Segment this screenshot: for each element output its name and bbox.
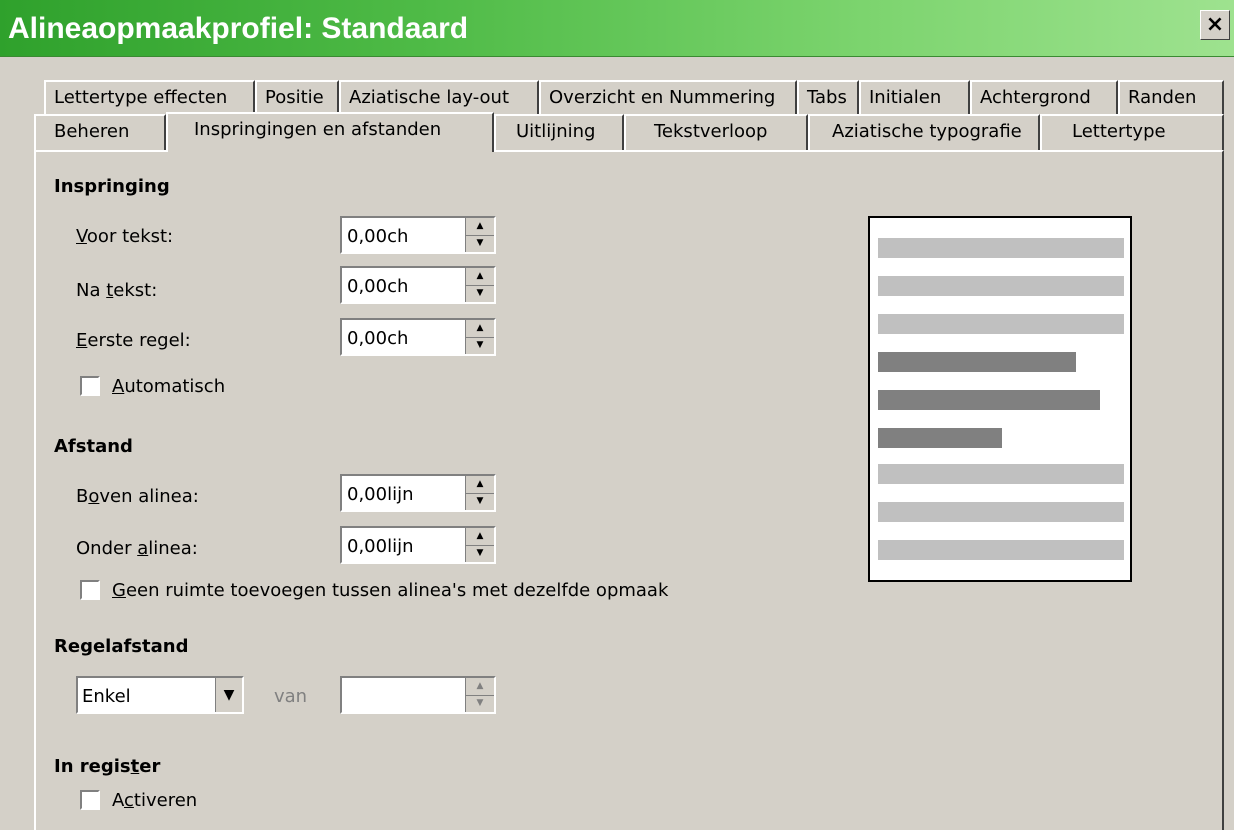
boven-alinea-spinbox[interactable]: 0,00lijn ▲ ▼: [340, 474, 496, 512]
geen-ruimte-label: Geen ruimte toevoegen tussen alinea's me…: [112, 580, 669, 601]
voor-tekst-spinbox[interactable]: 0,00ch ▲ ▼: [340, 216, 496, 254]
tab-achtergrond[interactable]: Achtergrond: [970, 80, 1118, 116]
tab-tekstverloop[interactable]: Tekstverloop: [624, 114, 808, 150]
tab-aziatische-typografie[interactable]: Aziatische typografie: [808, 114, 1040, 150]
eerste-regel-label: Eerste regel:: [76, 330, 191, 351]
tab-aziatische-lay-out[interactable]: Aziatische lay-out: [339, 80, 539, 116]
spin-up-icon: ▲: [466, 678, 494, 696]
regelafstand-select[interactable]: Enkel ▼: [76, 676, 244, 714]
preview-line: [878, 238, 1124, 258]
spin-up-icon[interactable]: ▲: [466, 218, 494, 236]
preview-line: [878, 276, 1124, 296]
voor-tekst-label: Voor tekst:: [76, 226, 174, 247]
tab-inspringingen-en-afstanden[interactable]: Inspringingen en afstanden: [166, 112, 494, 152]
spin-down-icon: ▼: [476, 698, 484, 708]
tab-lettertype[interactable]: Lettertype: [1040, 114, 1224, 150]
boven-alinea-label: Boven alinea:: [76, 486, 199, 507]
boven-alinea-value[interactable]: 0,00lijn: [347, 484, 414, 505]
van-label: van: [274, 686, 308, 707]
spin-up-icon[interactable]: ▲: [466, 320, 494, 338]
onder-alinea-spinbox[interactable]: 0,00lijn ▲ ▼: [340, 526, 496, 564]
tab-lettertype-effecten[interactable]: Lettertype effecten: [44, 80, 255, 116]
tab-tabs[interactable]: Tabs: [797, 80, 859, 116]
spin-up-icon[interactable]: ▲: [466, 268, 494, 286]
in-register-heading: In register: [54, 756, 161, 777]
activeren-checkbox[interactable]: [80, 790, 100, 810]
close-button[interactable]: ×: [1200, 10, 1230, 40]
automatisch-label: Automatisch: [112, 376, 226, 397]
eerste-regel-spinbox[interactable]: 0,00ch ▲ ▼: [340, 318, 496, 356]
preview-line: [878, 540, 1124, 560]
window-title: Alineaopmaakprofiel: Standaard: [8, 12, 469, 45]
tab-initialen[interactable]: Initialen: [859, 80, 970, 116]
paragraph-preview: [868, 216, 1132, 582]
spin-down-icon[interactable]: ▼: [466, 235, 494, 252]
onder-alinea-value[interactable]: 0,00lijn: [347, 536, 414, 557]
dropdown-arrow-icon[interactable]: ▼: [215, 678, 242, 712]
na-tekst-label: Na tekst:: [76, 280, 158, 301]
spin-up-icon[interactable]: ▲: [466, 476, 494, 494]
eerste-regel-value[interactable]: 0,00ch: [347, 328, 408, 349]
spin-up-icon[interactable]: ▲: [466, 528, 494, 546]
regelafstand-heading: Regelafstand: [54, 636, 189, 657]
preview-current-line: [878, 352, 1076, 372]
na-tekst-value[interactable]: 0,00ch: [347, 276, 408, 297]
activeren-label: Activeren: [112, 790, 198, 811]
onder-alinea-label: Onder alinea:: [76, 538, 198, 559]
voor-tekst-value[interactable]: 0,00ch: [347, 226, 408, 247]
van-spinbox: ▲ ▼: [340, 676, 496, 714]
spin-down-icon[interactable]: ▼: [466, 493, 494, 510]
na-tekst-spinbox[interactable]: 0,00ch ▲ ▼: [340, 266, 496, 304]
tab-randen[interactable]: Randen: [1118, 80, 1224, 116]
tab-uitlijning[interactable]: Uitlijning: [494, 114, 624, 150]
spin-down-icon[interactable]: ▼: [466, 545, 494, 562]
tab-positie[interactable]: Positie: [255, 80, 339, 116]
regelafstand-value: Enkel: [82, 686, 131, 707]
tab-overzicht-en-nummering[interactable]: Overzicht en Nummering: [539, 80, 797, 116]
preview-line: [878, 464, 1124, 484]
spin-down-icon[interactable]: ▼: [466, 285, 494, 302]
tab-beheren[interactable]: Beheren: [34, 114, 166, 150]
preview-current-line: [878, 390, 1100, 410]
title-bar: Alineaopmaakprofiel: Standaard ×: [0, 0, 1234, 57]
geen-ruimte-checkbox[interactable]: [80, 580, 100, 600]
preview-current-line: [878, 428, 1002, 448]
afstand-heading: Afstand: [54, 436, 133, 457]
preview-line: [878, 314, 1124, 334]
automatisch-checkbox[interactable]: [80, 376, 100, 396]
inspringing-heading: Inspringing: [54, 176, 170, 197]
preview-line: [878, 502, 1124, 522]
spin-down-icon[interactable]: ▼: [466, 337, 494, 354]
